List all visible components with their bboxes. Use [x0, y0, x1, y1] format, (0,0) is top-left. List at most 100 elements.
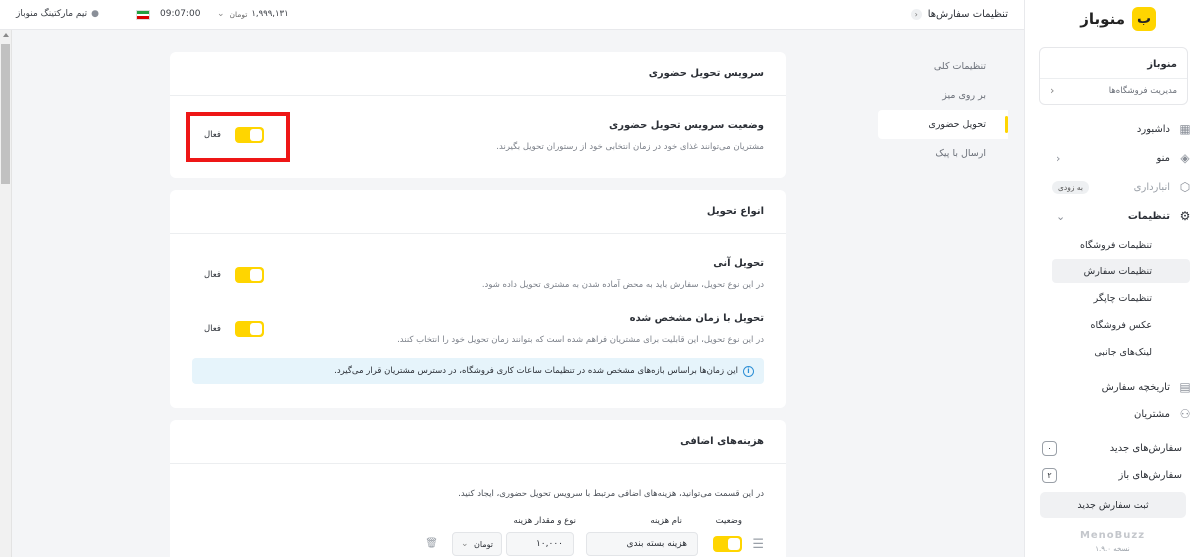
- store-name: منوباز: [1147, 59, 1177, 70]
- sidebar-item-label: مشتریان: [1134, 408, 1170, 420]
- page-scrollbar[interactable]: [0, 30, 12, 557]
- instant-delivery-description: در این نوع تحویل، سفارش باید به محض آماد…: [481, 280, 764, 290]
- chevron-down-icon: ⌄: [461, 539, 469, 549]
- sidebar-item-customers[interactable]: ⚇ مشتریان: [1038, 403, 1200, 425]
- open-orders-label: سفارش‌های باز: [1118, 470, 1182, 481]
- drag-handle-icon[interactable]: ☰: [752, 537, 764, 552]
- scheduled-delivery-toggle[interactable]: [234, 321, 264, 337]
- manage-stores-link[interactable]: مدیریت فروشگاه‌ها: [1109, 86, 1177, 96]
- extra-costs-description: در این قسمت می‌توانید، هزینه‌های اضافی م…: [458, 489, 764, 499]
- sidebar-item-settings[interactable]: ⚙ تنظیمات ⌄: [1038, 205, 1200, 227]
- extra-cost-unit-value: تومان: [474, 539, 493, 549]
- column-header-name: نام هزینه: [650, 516, 682, 526]
- sidebar-subitem-store-photo[interactable]: عکس فروشگاه: [1050, 313, 1200, 337]
- user-menu[interactable]: ● تیم مارکتینگ منوباز: [16, 9, 99, 19]
- sidebar-item-menu[interactable]: ◈ منو ‹: [1038, 147, 1200, 169]
- user-name: تیم مارکتینگ منوباز: [16, 9, 88, 19]
- info-icon: i: [743, 365, 754, 377]
- sidebar-subitem-label: لینک‌های جانبی: [1094, 346, 1152, 358]
- new-order-button[interactable]: ثبت سفارش جدید: [1040, 492, 1186, 518]
- balance-display[interactable]: ۱,۹۹۹,۱۳۱ تومان ⌄: [217, 9, 289, 19]
- divider: [1040, 78, 1187, 79]
- version-label: نسخه ۱.۹.۰: [1095, 545, 1130, 553]
- store-switcher[interactable]: منوباز مدیریت فروشگاه‌ها ‹: [1039, 47, 1188, 105]
- logo[interactable]: ب منوباز: [1025, 0, 1200, 38]
- sidebar-item-inventory: ⬡ انبارداری به زودی: [1038, 176, 1200, 198]
- service-status-description: مشتریان می‌توانند غذای خود در زمان انتخا…: [496, 142, 764, 152]
- sidebar-item-dashboard[interactable]: ▦ داشبورد: [1038, 118, 1200, 140]
- extra-cost-name-field[interactable]: هزینه بسته بندی: [586, 532, 698, 556]
- card-title: هزینه‌های اضافی: [170, 420, 786, 464]
- dashboard-icon: ▦: [1179, 122, 1191, 136]
- tab-general-settings[interactable]: تنظیمات کلی: [878, 52, 1008, 81]
- logo-text: منوباز: [1080, 10, 1125, 28]
- column-header-status: وضعیت: [715, 516, 742, 526]
- new-orders-label: سفارش‌های جدید: [1109, 443, 1182, 454]
- sidebar: ب منوباز منوباز مدیریت فروشگاه‌ها ‹ ▦ دا…: [1024, 0, 1200, 557]
- toggle-label: فعال: [204, 324, 221, 334]
- scroll-thumb[interactable]: [1, 44, 10, 184]
- card-title: انواع تحویل: [170, 190, 786, 234]
- extra-cost-status-toggle[interactable]: [713, 536, 742, 552]
- iran-flag-icon: [136, 10, 150, 20]
- toggle-label: فعال: [204, 270, 221, 280]
- balance-value: ۱,۹۹۹,۱۳۱: [251, 9, 289, 19]
- open-orders-link[interactable]: سفارش‌های باز ۲: [1024, 467, 1200, 487]
- new-orders-count: ۰: [1042, 441, 1057, 456]
- scroll-up-icon[interactable]: [3, 33, 9, 37]
- scheduled-delivery-title: تحویل با زمان مشخص شده: [629, 313, 764, 324]
- instant-delivery-toggle[interactable]: [234, 267, 264, 283]
- chevron-left-icon: ‹: [1056, 151, 1061, 165]
- sidebar-item-label: منو: [1156, 152, 1170, 164]
- sidebar-item-label: داشبورد: [1136, 123, 1170, 135]
- sidebar-subitem-label: تنظیمات سفارش: [1083, 265, 1152, 277]
- brand-footer: MenoBuzz: [1079, 530, 1146, 541]
- coming-soon-badge: به زودی: [1052, 180, 1089, 194]
- extra-cost-unit-select[interactable]: تومان ⌄: [452, 532, 502, 556]
- info-notice: i این زمان‌ها براساس بازه‌های مشخص شده د…: [192, 358, 764, 384]
- extra-cost-amount-field[interactable]: ۱۰,۰۰۰: [506, 532, 574, 556]
- tab-courier-delivery[interactable]: ارسال با پیک: [878, 139, 1008, 168]
- delivery-types-card: انواع تحویل تحویل آنی در این نوع تحویل، …: [170, 190, 786, 408]
- sidebar-item-order-history[interactable]: ▤ تاریخچه سفارش: [1038, 376, 1200, 398]
- service-status-title: وضعیت سرویس تحویل حضوری: [609, 120, 764, 131]
- users-icon: ⚇: [1179, 407, 1191, 421]
- sidebar-item-label: تاریخچه سفارش: [1101, 381, 1170, 393]
- sidebar-subitem-store-settings[interactable]: تنظیمات فروشگاه: [1050, 233, 1200, 257]
- tab-pickup[interactable]: تحویل حضوری: [878, 110, 1008, 139]
- highlight-annotation: [186, 112, 290, 162]
- instant-delivery-title: تحویل آنی: [713, 258, 764, 269]
- gear-icon: ⚙: [1179, 209, 1191, 223]
- info-text: این زمان‌ها براساس بازه‌های مشخص شده در …: [334, 366, 738, 376]
- open-orders-count: ۲: [1042, 468, 1057, 483]
- sidebar-subitem-side-links[interactable]: لینک‌های جانبی: [1050, 340, 1200, 364]
- back-icon[interactable]: ‹: [910, 9, 922, 20]
- currency-label: تومان: [229, 9, 248, 19]
- extra-cost-amount-value: ۱۰,۰۰۰: [535, 539, 563, 549]
- sidebar-subitem-printer-settings[interactable]: تنظیمات چاپگر: [1050, 286, 1200, 310]
- sidebar-subitem-label: تنظیمات فروشگاه: [1080, 239, 1152, 251]
- sidebar-subitem-order-settings[interactable]: تنظیمات سفارش: [1052, 259, 1190, 283]
- new-orders-link[interactable]: سفارش‌های جدید ۰: [1024, 440, 1200, 460]
- sidebar-subitem-label: عکس فروشگاه: [1090, 319, 1153, 331]
- user-icon: ●: [91, 9, 99, 19]
- extra-cost-name-value: هزینه بسته بندی: [626, 539, 687, 549]
- language-selector[interactable]: [136, 10, 150, 20]
- chevron-down-icon: ⌄: [1056, 209, 1066, 223]
- top-bar: تنظیمات سفارش‌ها ‹ ۱,۹۹۹,۱۳۱ تومان ⌄ 09:…: [0, 0, 1024, 30]
- scheduled-delivery-description: در این نوع تحویل، این قابلیت برای مشتریا…: [397, 335, 764, 345]
- sidebar-item-label: انبارداری: [1133, 181, 1170, 193]
- chevron-left-icon: ‹: [1050, 84, 1055, 97]
- clock-value: 09:07:00: [160, 9, 201, 19]
- column-header-type: نوع و مقدار هزینه: [513, 516, 576, 526]
- sidebar-subitem-label: تنظیمات چاپگر: [1093, 292, 1152, 304]
- tab-dine-in[interactable]: بر روی میز: [878, 81, 1008, 110]
- box-icon: ⬡: [1179, 180, 1191, 194]
- breadcrumb: تنظیمات سفارش‌ها ‹: [910, 9, 1008, 20]
- clock-display: 09:07:00: [160, 9, 200, 19]
- document-icon: ▤: [1179, 380, 1191, 394]
- logo-icon: ب: [1132, 7, 1156, 31]
- trash-icon[interactable]: 🗑: [425, 538, 438, 549]
- card-title: سرویس تحویل حضوری: [170, 52, 786, 96]
- order-settings-nav: تنظیمات کلی بر روی میز تحویل حضوری ارسال…: [878, 52, 1008, 168]
